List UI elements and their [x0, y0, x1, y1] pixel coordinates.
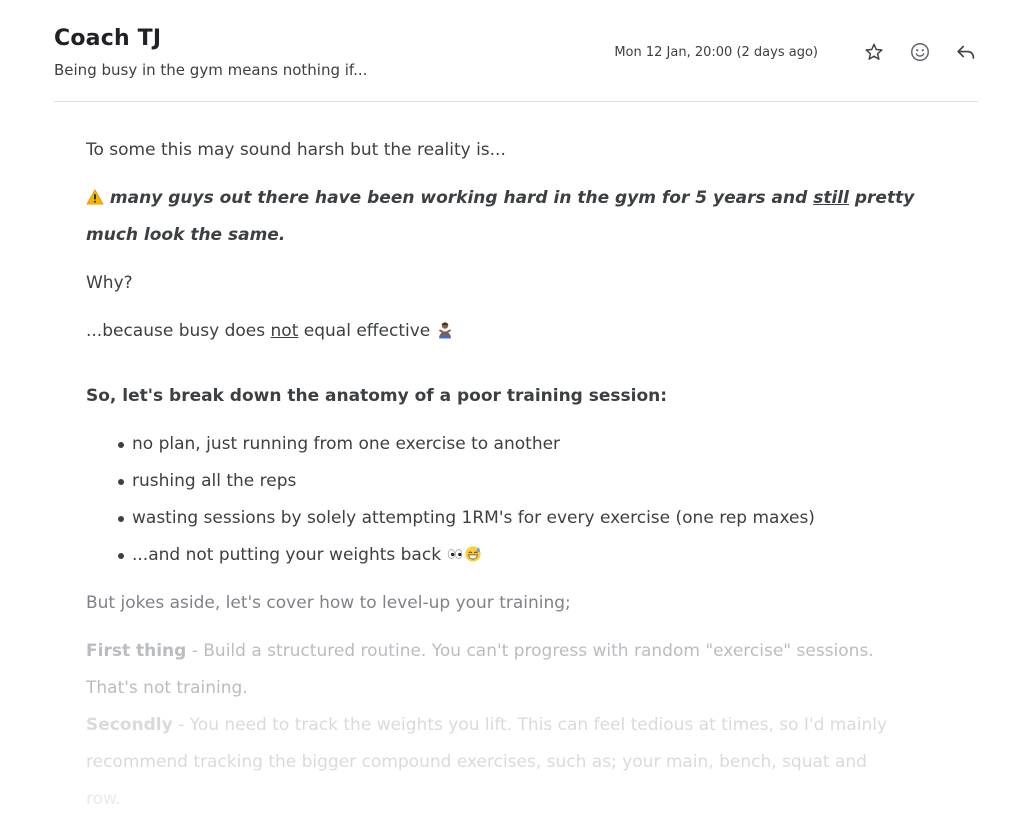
warning-text-start: many guys out there have been working ha… [109, 188, 814, 208]
smiley-icon[interactable] [908, 40, 932, 64]
because-text-start: ...because busy does [86, 321, 271, 341]
secondly-paragraph: Secondly - You need to track the weights… [86, 707, 946, 817]
email-subject: Being busy in the gym means nothing if..… [54, 61, 368, 79]
email-body: To some this may sound harsh but the rea… [86, 132, 946, 817]
email-header: Coach TJ Being busy in the gym means not… [54, 26, 978, 102]
because-text-not: not [270, 321, 299, 341]
list-item: rushing all the reps [118, 463, 946, 500]
sender-name: Coach TJ [54, 26, 162, 51]
list-item: wasting sessions by solely attempting 1R… [118, 500, 946, 537]
jokes-aside-paragraph: But jokes aside, let's cover how to leve… [86, 593, 571, 613]
list-item-text: ...and not putting your weights back [132, 545, 442, 565]
grinning-sweat-emoji [465, 546, 482, 562]
reply-arrow-icon[interactable] [954, 40, 978, 64]
first-thing-paragraph: First thing - Build a structured routine… [86, 633, 946, 707]
because-paragraph: ...because busy does not equal effective [86, 313, 946, 350]
warning-text-still: still [813, 188, 849, 208]
list-item: no plan, just running from one exercise … [118, 426, 946, 463]
secondly-text-2: recommend tracking the bigger compound e… [86, 752, 867, 772]
warning-emoji [86, 189, 104, 205]
email-date: Mon 12 Jan, 20:00 (2 days ago) [614, 44, 818, 60]
secondly-text-3: row. [86, 789, 121, 809]
email-view: Coach TJ Being busy in the gym means not… [0, 0, 1024, 817]
person-crossing-arms-emoji [438, 322, 451, 339]
eyes-emoji [448, 549, 463, 559]
why-paragraph: Why? [86, 273, 133, 293]
bullet-list: no plan, just running from one exercise … [86, 426, 946, 574]
because-text-end: equal effective [298, 321, 431, 341]
first-thing-text: - Build a structured routine. You can't … [186, 641, 874, 661]
first-thing-label: First thing [86, 641, 187, 661]
section-heading: So, let's break down the anatomy of a po… [86, 386, 668, 406]
secondly-text: - You need to track the weights you lift… [172, 715, 888, 735]
warning-paragraph: many guys out there have been working ha… [86, 180, 946, 254]
email-meta: Mon 12 Jan, 20:00 (2 days ago) [614, 40, 978, 64]
first-thing-text-2: That's not training. [86, 678, 248, 698]
secondly-label: Secondly [86, 715, 173, 735]
list-item: ...and not putting your weights back [118, 537, 946, 574]
star-icon[interactable] [862, 40, 886, 64]
intro-paragraph: To some this may sound harsh but the rea… [86, 140, 506, 160]
